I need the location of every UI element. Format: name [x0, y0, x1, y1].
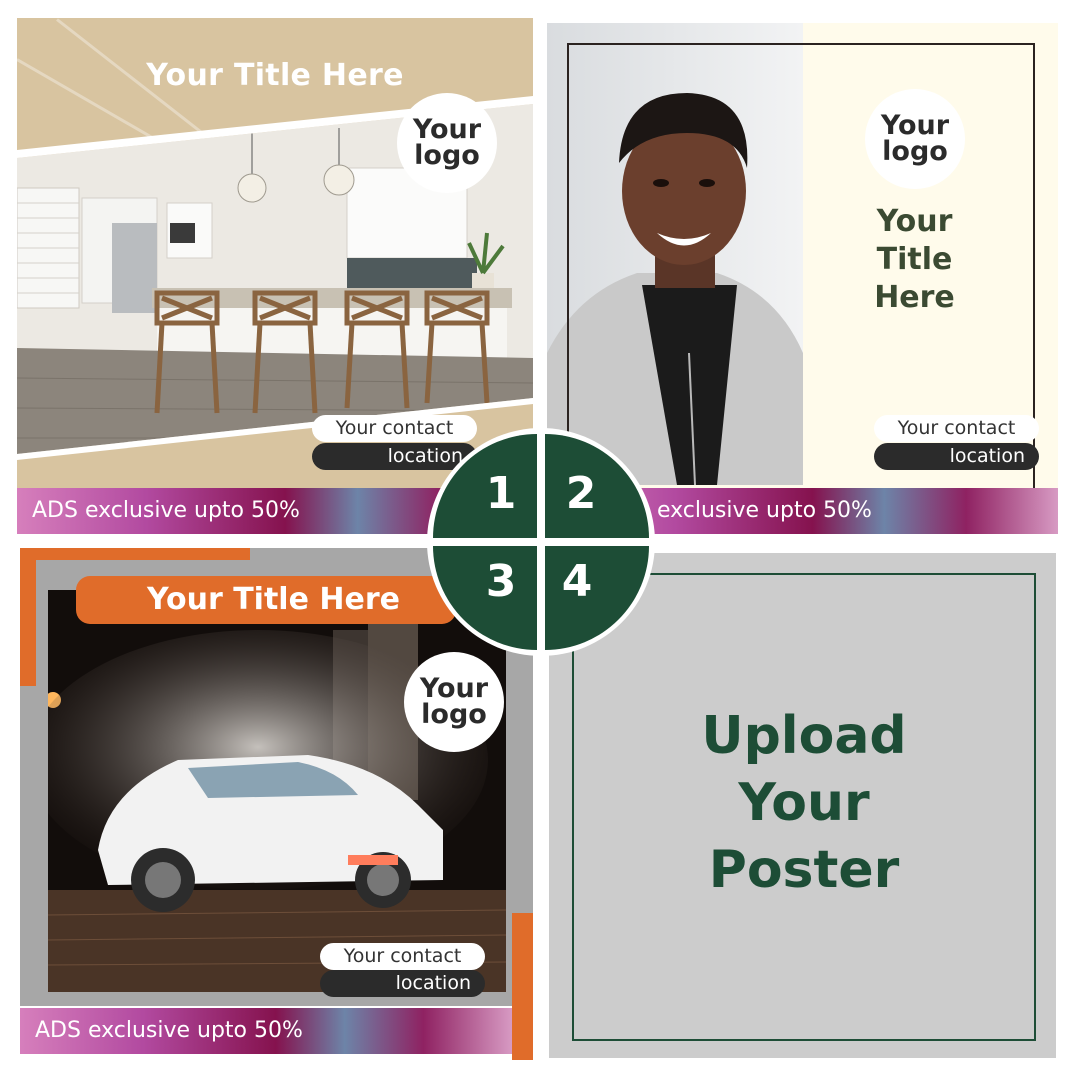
upload-text-line: Poster: [708, 840, 900, 900]
logo-placeholder[interactable]: Your logo: [404, 652, 504, 752]
step-number-3: 3: [486, 556, 517, 607]
step-number-2: 2: [566, 468, 597, 519]
logo-placeholder[interactable]: Your logo: [397, 93, 497, 193]
location-label: location: [320, 970, 485, 997]
circle-border: [427, 428, 655, 656]
title-line: Title: [876, 242, 953, 277]
quadrant-4[interactable]: [545, 546, 649, 650]
ads-banner: ADS exclusive upto 50%: [20, 1008, 512, 1054]
upload-prompt[interactable]: Upload Your Poster: [572, 703, 1036, 904]
quadrant-2[interactable]: [545, 434, 649, 538]
location-label: location: [874, 443, 1039, 470]
contact-label: Your contact: [320, 943, 485, 970]
decorative-bar: [20, 548, 36, 686]
decorative-bar: [20, 548, 250, 560]
step-number-4: 4: [562, 556, 593, 607]
title-line: Your: [876, 204, 953, 239]
title-line: Here: [874, 280, 955, 315]
logo-text-line: logo: [421, 699, 487, 730]
step-number-circle: 1 2 3 4: [427, 428, 655, 656]
poster-title: Your Title Here: [837, 203, 992, 317]
step-number-1: 1: [486, 468, 517, 519]
poster-title: Your Title Here: [147, 582, 400, 617]
upload-text-line: Your: [738, 773, 870, 833]
contact-label: Your contact: [874, 415, 1039, 442]
logo-text-line: logo: [882, 136, 948, 167]
decorative-bar: [512, 913, 533, 1060]
logo-text-line: logo: [414, 140, 480, 171]
upload-text-line: Upload: [701, 706, 907, 766]
logo-placeholder[interactable]: Your logo: [865, 89, 965, 189]
